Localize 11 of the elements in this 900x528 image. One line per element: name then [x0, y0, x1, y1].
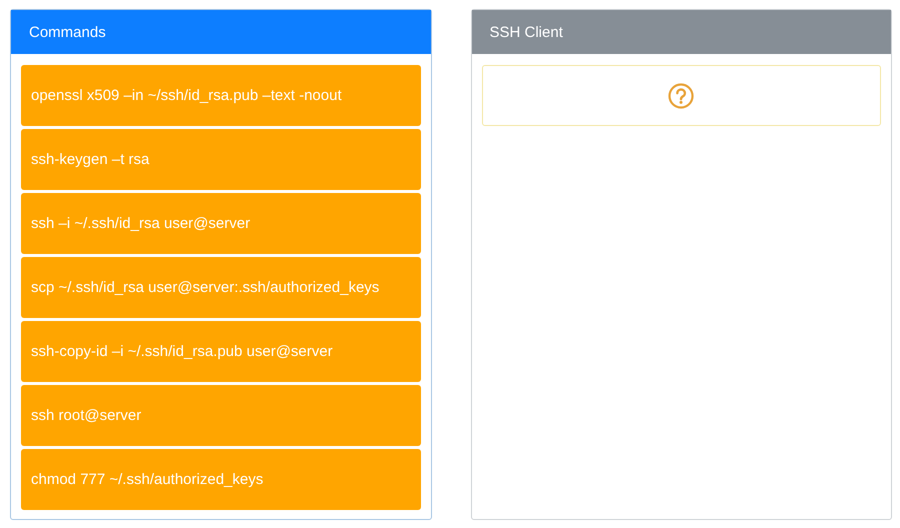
- command-item[interactable]: chmod 777 ~/.ssh/authorized_keys: [21, 449, 420, 510]
- command-item[interactable]: ssh-copy-id –i ~/.ssh/id_rsa.pub user@server: [21, 321, 420, 382]
- command-item[interactable]: ssh –i ~/.ssh/id_rsa user@server: [21, 193, 420, 254]
- command-item[interactable]: scp ~/.ssh/id_rsa user@server:.ssh/authorized_keys: [21, 257, 420, 318]
- question-icon: [668, 82, 694, 108]
- command-item[interactable]: ssh-keygen –t rsa: [21, 129, 420, 190]
- command-item[interactable]: ssh root@server: [21, 385, 420, 446]
- panel-header: Commands: [11, 10, 430, 54]
- drop-slot[interactable]: [482, 65, 881, 126]
- panel-header: SSH Client: [472, 10, 891, 54]
- command-item[interactable]: openssl x509 –in ~/ssh/id_rsa.pub –text -noout: [21, 65, 420, 126]
